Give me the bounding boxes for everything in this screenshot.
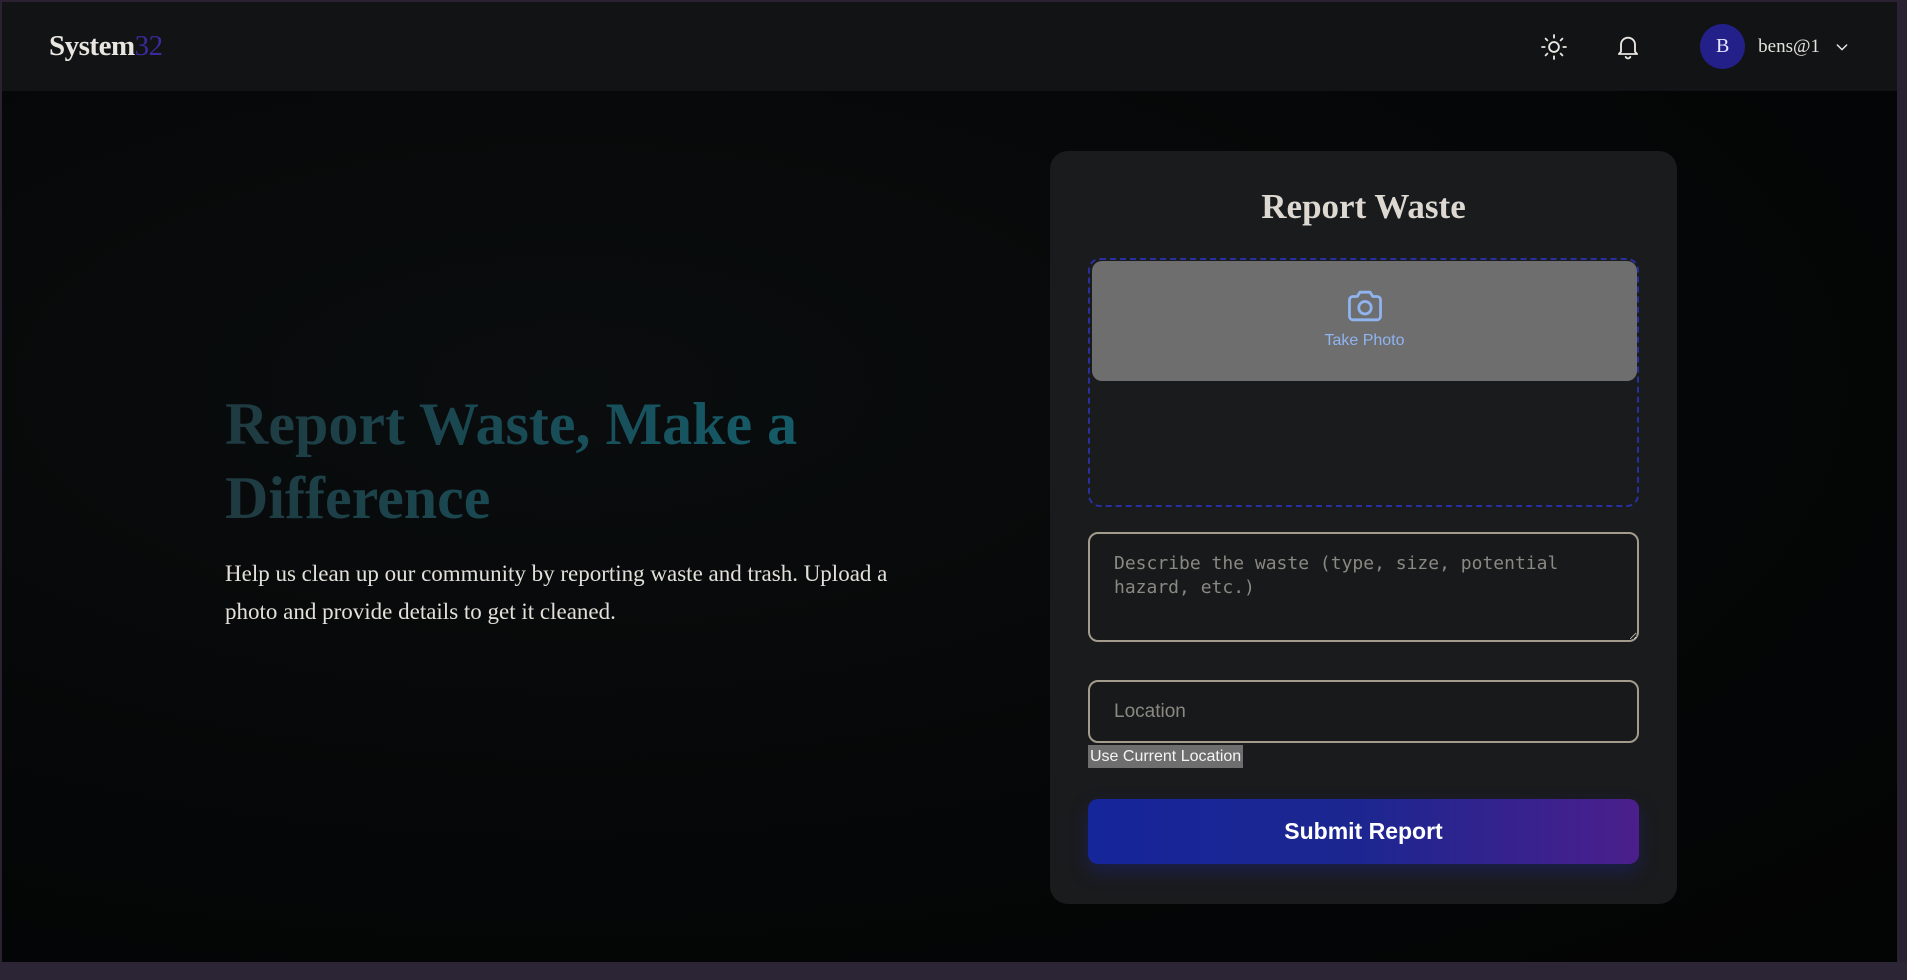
take-photo-button[interactable]: Take Photo [1092,261,1637,381]
logo-accent: 32 [134,30,164,62]
submit-report-button[interactable]: Submit Report [1088,799,1639,864]
logo[interactable]: System32 [49,30,163,63]
report-form-card: Report Waste Take Photo Use Current Loca… [1050,151,1677,904]
window-bottom-edge [0,962,1907,980]
theme-toggle-button[interactable] [1534,27,1574,67]
notifications-button[interactable] [1608,27,1648,67]
header-actions: B bens@1 [1534,24,1850,69]
take-photo-label: Take Photo [1324,332,1405,349]
user-menu[interactable]: B bens@1 [1700,24,1850,69]
hero-description: Help us clean up our community by report… [225,561,888,624]
photo-dropzone[interactable]: Take Photo [1088,258,1639,507]
app-window: System32 B bens@1 Report Waste, Make a D… [2,2,1897,962]
username: bens@1 [1758,35,1820,57]
logo-main: System [49,30,135,62]
top-nav: System32 B bens@1 [2,2,1897,91]
hero-title: Report Waste, Make a Difference [225,387,885,535]
camera-icon [1347,290,1382,322]
sun-icon [1541,33,1568,60]
bell-icon [1618,36,1639,59]
form-title: Report Waste [1261,187,1466,226]
avatar: B [1700,24,1746,69]
description-field[interactable] [1088,532,1639,642]
location-input[interactable] [1088,680,1639,743]
chevron-down-icon [1836,43,1848,50]
use-current-location-button[interactable]: Use Current Location [1088,745,1244,768]
